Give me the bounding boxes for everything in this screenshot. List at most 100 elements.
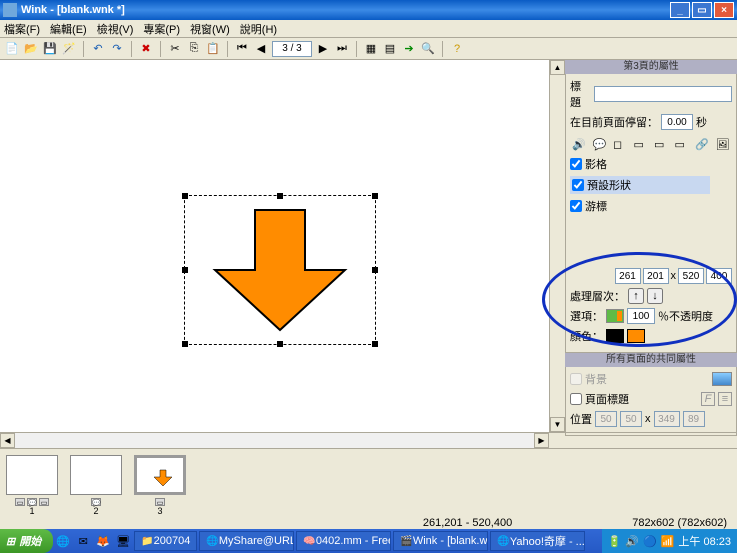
menu-bar: 檔案(F) 編輯(E) 檢視(V) 專案(P) 視窗(W) 說明(H) [0, 20, 737, 38]
maximize-button[interactable]: ▭ [692, 2, 712, 18]
pos-h-input[interactable] [706, 268, 732, 284]
cb-cursor[interactable] [570, 200, 582, 212]
stay-input[interactable] [661, 114, 693, 130]
menu-project[interactable]: 專案(P) [143, 21, 180, 37]
pos-w-input[interactable] [678, 268, 704, 284]
page-properties-panel: 標題 在目前頁面停留： 秒 🔊 💬 ◻ ▭ ▭ ▭ 🔗 🖼 影格 預設形狀 游標 [565, 74, 737, 353]
menu-file[interactable]: 檔案(F) [4, 21, 40, 37]
align-button[interactable]: ≡ [718, 392, 732, 406]
next-icon[interactable]: ▶ [315, 41, 331, 57]
export-icon[interactable]: ➔ [401, 41, 417, 57]
paste-icon[interactable]: 📋 [205, 41, 221, 57]
wand-icon[interactable]: 🪄 [61, 41, 77, 57]
cb-cursor-label: 游標 [585, 198, 607, 214]
sound-icon[interactable]: 🔊 [572, 138, 587, 152]
toolbar: 📄 📂 💾 🪄 ↶ ↷ ✖ ✂ ⎘ 📋 ⏮ ◀ 3 / 3 ▶ ⏭ ▦ ▤ ➔ … [0, 38, 737, 60]
tray-icon-3[interactable]: 🔵 [643, 535, 657, 548]
open-icon[interactable]: 📂 [23, 41, 39, 57]
link-icon[interactable]: 🔗 [695, 138, 710, 152]
help-icon[interactable]: ? [449, 41, 465, 57]
common-pos-label: 位置 [570, 411, 592, 427]
tray-icon-1[interactable]: 🔋 [608, 535, 622, 548]
title-input[interactable] [594, 86, 732, 102]
thumbnail-1[interactable]: ▭💬▭ 1 [4, 455, 60, 516]
ql-desktop-icon[interactable]: 🖥 [114, 532, 132, 550]
copy-icon[interactable]: ⎘ [186, 41, 202, 57]
layer-up-button[interactable]: ↑ [628, 288, 644, 304]
option-label: 選項： [570, 308, 603, 324]
menu-window[interactable]: 視窗(W) [190, 21, 230, 37]
undo-icon[interactable]: ↶ [90, 41, 106, 57]
shape-selection[interactable] [184, 195, 376, 345]
cb-background-label: 背景 [585, 371, 607, 387]
horizontal-scrollbar[interactable]: ◀ ▶ [0, 432, 737, 448]
doc1-icon[interactable]: ▦ [363, 41, 379, 57]
opacity-input[interactable] [627, 308, 655, 324]
page-icons-row: 🔊 💬 ◻ ▭ ▭ ▭ 🔗 🖼 [570, 134, 732, 156]
task-item-2[interactable]: 🌐 MyShare@URL... [199, 531, 294, 551]
first-icon[interactable]: ⏮ [234, 41, 250, 57]
layer-down-button[interactable]: ↓ [647, 288, 663, 304]
cb-pagetitle[interactable] [570, 393, 582, 405]
prev-icon[interactable]: ◀ [253, 41, 269, 57]
ql-firefox-icon[interactable]: 🦊 [94, 532, 112, 550]
minimize-button[interactable]: _ [670, 2, 690, 18]
menu-view[interactable]: 檢視(V) [97, 21, 134, 37]
start-button[interactable]: ⊞開始 [0, 529, 53, 553]
thumbnail-strip: ▭💬▭ 1 💬 2 ▭ 3 [0, 448, 737, 516]
thumbnail-2[interactable]: 💬 2 [68, 455, 124, 516]
font-button[interactable]: F [701, 392, 715, 406]
task-item-4[interactable]: 🎬 Wink - [blank.w... [393, 531, 488, 551]
image-icon[interactable]: 🖼 [716, 138, 731, 152]
cb-frame[interactable] [570, 158, 582, 170]
title-label: 標題 [570, 78, 591, 110]
option-toggle[interactable] [606, 309, 624, 323]
vertical-scrollbar[interactable]: ▲ ▼ [549, 60, 565, 432]
taskbar: ⊞開始 🌐 ✉ 🦊 🖥 📁 200704 🌐 MyShare@URL... 🧠 … [0, 529, 737, 553]
delete-icon[interactable]: ✖ [138, 41, 154, 57]
ql-ie-icon[interactable]: 🌐 [54, 532, 72, 550]
scroll-right-icon[interactable]: ▶ [534, 433, 549, 448]
page-indicator[interactable]: 3 / 3 [272, 41, 312, 57]
redo-icon[interactable]: ↷ [109, 41, 125, 57]
balloon-icon[interactable]: 💬 [593, 138, 608, 152]
scroll-left-icon[interactable]: ◀ [0, 433, 15, 448]
save-icon[interactable]: 💾 [42, 41, 58, 57]
pos-x-input[interactable] [615, 268, 641, 284]
stay-label: 在目前頁面停留： [570, 114, 658, 130]
close-button[interactable]: × [714, 2, 734, 18]
system-tray[interactable]: 🔋 🔊 🔵 📶 上午 08:23 [602, 529, 737, 553]
cb-default-shape[interactable] [572, 179, 584, 191]
status-size: 782x602 (782x602) [632, 517, 727, 529]
doc2-icon[interactable]: ▤ [382, 41, 398, 57]
cut-icon[interactable]: ✂ [167, 41, 183, 57]
canvas[interactable] [0, 60, 549, 432]
btn1-icon[interactable]: ▭ [634, 138, 649, 152]
color-swatch-1[interactable] [606, 329, 624, 343]
task-item-3[interactable]: 🧠 0402.mm - Free... [296, 531, 391, 551]
opacity-label: ％不透明度 [658, 308, 713, 324]
menu-help[interactable]: 說明(H) [240, 21, 277, 37]
common-properties-panel: 背景 頁面標題 F ≡ 位置 x [565, 367, 737, 436]
task-item-1[interactable]: 📁 200704 [134, 531, 197, 551]
preview-icon[interactable]: 🔍 [420, 41, 436, 57]
scroll-down-icon[interactable]: ▼ [550, 417, 565, 432]
background-swatch[interactable] [712, 372, 732, 386]
down-arrow-shape[interactable] [210, 205, 350, 335]
scroll-up-icon[interactable]: ▲ [550, 60, 565, 75]
color-swatch-2[interactable] [627, 329, 645, 343]
new-icon[interactable]: 📄 [4, 41, 20, 57]
pos-y-input[interactable] [643, 268, 669, 284]
ql-mail-icon[interactable]: ✉ [74, 532, 92, 550]
tray-time: 上午 08:23 [678, 533, 731, 549]
shape-icon[interactable]: ◻ [613, 138, 628, 152]
btn2-icon[interactable]: ▭ [654, 138, 669, 152]
tray-icon-4[interactable]: 📶 [661, 535, 675, 548]
status-coords: 261,201 - 520,400 [423, 517, 512, 529]
menu-edit[interactable]: 編輯(E) [50, 21, 87, 37]
btn3-icon[interactable]: ▭ [675, 138, 690, 152]
thumbnail-3[interactable]: ▭ 3 [132, 455, 188, 516]
last-icon[interactable]: ⏭ [334, 41, 350, 57]
task-item-5[interactable]: 🌐 Yahoo!奇摩 - ... [490, 531, 585, 551]
tray-icon-2[interactable]: 🔊 [625, 535, 639, 548]
